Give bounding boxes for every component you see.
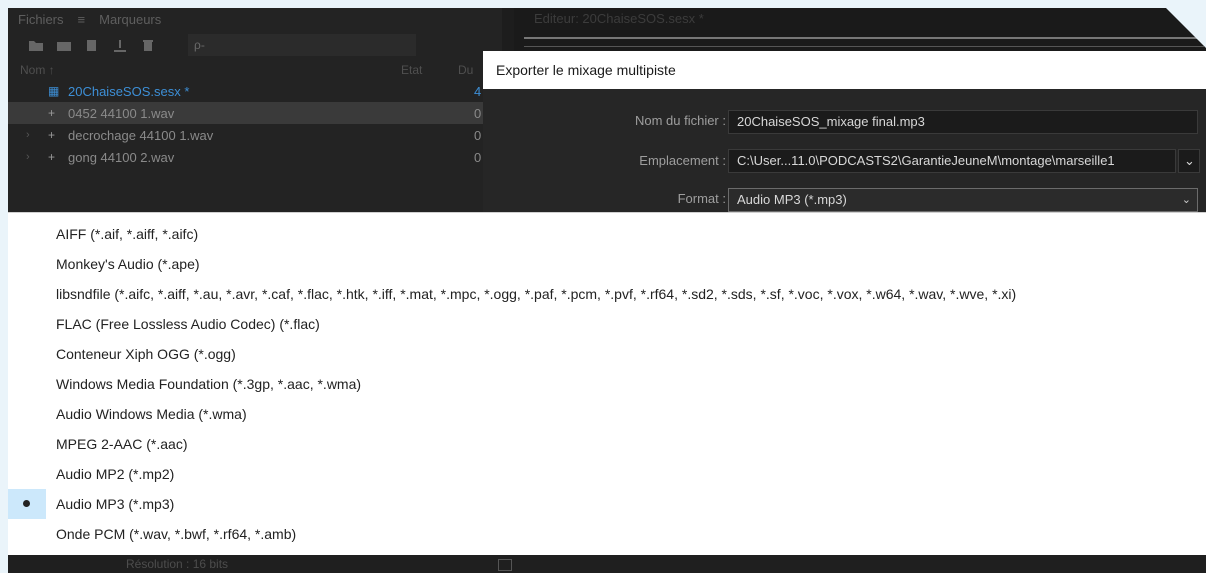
file-row[interactable]: › + decrochage 44100 1.wav 0	[8, 124, 502, 146]
file-row[interactable]: + 0452 44100 1.wav 0	[8, 102, 502, 124]
resolution-label: Résolution : 16 bits	[126, 557, 229, 571]
column-duration[interactable]: Du	[458, 63, 473, 77]
tab-markers[interactable]: Marqueurs	[99, 12, 161, 27]
format-option-label: Conteneur Xiph OGG (*.ogg)	[56, 346, 236, 362]
location-label: Emplacement :	[639, 153, 726, 168]
chevron-right-icon[interactable]: ›	[26, 151, 30, 163]
format-option[interactable]: Windows Media Foundation (*.3gp, *.aac, …	[8, 369, 1206, 399]
waveform-icon: +	[48, 106, 56, 120]
format-option[interactable]: Audio Windows Media (*.wma)	[8, 399, 1206, 429]
location-dropdown-button[interactable]: ⌄	[1178, 149, 1200, 173]
new-file-icon[interactable]	[84, 39, 100, 52]
format-option-label: Audio Windows Media (*.wma)	[56, 406, 247, 422]
chevron-down-icon: ⌄	[1184, 153, 1195, 168]
files-toolbar: ρ-	[8, 30, 502, 60]
files-panel: Fichiers ≡ Marqueurs ρ- Nom ↑ Etat Du ▦ …	[8, 8, 502, 218]
location-input[interactable]: C:\User...11.0\PODCASTS2\GarantieJeuneM\…	[728, 149, 1176, 173]
waveform-icon: +	[48, 128, 56, 142]
tab-files[interactable]: Fichiers	[18, 12, 64, 27]
format-option-label: Audio MP3 (*.mp3)	[56, 496, 175, 512]
format-option-label: AIFF (*.aif, *.aiff, *.aifc)	[56, 226, 199, 242]
file-row-session[interactable]: ▦ 20ChaiseSOS.sesx * 4	[8, 80, 502, 102]
file-name: 0452 44100 1.wav	[68, 105, 175, 121]
trash-icon[interactable]	[140, 39, 156, 52]
format-dropdown-list: AIFF (*.aif, *.aiff, *.aifc) Monkey's Au…	[8, 212, 1206, 555]
format-option[interactable]: MPEG 2-AAC (*.aac)	[8, 429, 1206, 459]
file-name: decrochage 44100 1.wav	[68, 127, 214, 143]
export-dialog: Exporter le mixage multipiste Nom du fic…	[483, 51, 1206, 213]
format-option[interactable]: Conteneur Xiph OGG (*.ogg)	[8, 339, 1206, 369]
import-icon[interactable]	[56, 39, 72, 52]
format-option[interactable]: Audio MP2 (*.mp2)	[8, 459, 1206, 489]
panel-tabs: Fichiers ≡ Marqueurs	[8, 8, 502, 30]
filename-input[interactable]: 20ChaiseSOS_mixage final.mp3	[728, 110, 1198, 134]
timeline-ruler[interactable]	[524, 37, 1204, 47]
chevron-down-icon: ⌄	[1181, 194, 1191, 206]
file-state: 0	[474, 149, 482, 165]
column-state[interactable]: Etat	[401, 63, 422, 77]
insert-icon[interactable]	[112, 39, 128, 52]
format-option-label: Windows Media Foundation (*.3gp, *.aac, …	[56, 376, 362, 392]
file-state: 0	[474, 105, 482, 121]
tab-menu-icon[interactable]: ≡	[78, 12, 86, 27]
file-state: 4	[474, 83, 482, 99]
bottom-panel: Résolution : 16 bits	[8, 555, 1206, 573]
chevron-right-icon[interactable]: ›	[26, 129, 30, 141]
files-column-header: Nom ↑ Etat Du	[8, 60, 502, 80]
format-option[interactable]: AIFF (*.aif, *.aiff, *.aifc)	[8, 219, 1206, 249]
format-select[interactable]: Audio MP3 (*.mp3) ⌄	[728, 188, 1198, 212]
session-icon: ▦	[48, 84, 60, 98]
format-option-label: Audio MP2 (*.mp2)	[56, 466, 175, 482]
format-option[interactable]: Monkey's Audio (*.ape)	[8, 249, 1206, 279]
waveform-icon: +	[48, 150, 56, 164]
file-row[interactable]: › + gong 44100 2.wav 0	[8, 146, 502, 168]
editor-panel: Editeur: 20ChaiseSOS.sesx *	[514, 8, 1206, 52]
corner-decoration	[1166, 8, 1206, 48]
format-label: Format :	[677, 191, 726, 206]
selection-indicator	[8, 489, 46, 519]
column-name[interactable]: Nom ↑	[20, 63, 55, 77]
bullet-icon	[23, 500, 30, 507]
dialog-title: Exporter le mixage multipiste	[483, 51, 1206, 89]
format-option[interactable]: Onde PCM (*.wav, *.bwf, *.rf64, *.amb)	[8, 519, 1206, 549]
open-folder-icon[interactable]	[28, 39, 44, 52]
filename-label: Nom du fichier :	[634, 113, 726, 128]
files-search-input[interactable]: ρ-	[188, 34, 416, 56]
format-option[interactable]: FLAC (Free Lossless Audio Codec) (*.flac…	[8, 309, 1206, 339]
format-option-selected[interactable]: Audio MP3 (*.mp3)	[8, 489, 1206, 519]
file-state: 0	[474, 127, 482, 143]
format-option-label: MPEG 2-AAC (*.aac)	[56, 436, 188, 452]
format-option-label: Monkey's Audio (*.ape)	[56, 256, 200, 272]
format-selected-value: Audio MP3 (*.mp3)	[737, 192, 847, 207]
format-option-label: Onde PCM (*.wav, *.bwf, *.rf64, *.amb)	[56, 526, 297, 542]
format-option-label: libsndfile (*.aifc, *.aiff, *.au, *.avr,…	[56, 286, 1017, 302]
file-name: gong 44100 2.wav	[68, 149, 175, 165]
format-option-label: FLAC (Free Lossless Audio Codec) (*.flac…	[56, 316, 320, 332]
file-name: 20ChaiseSOS.sesx *	[68, 83, 190, 99]
checkbox[interactable]	[498, 559, 512, 571]
editor-title[interactable]: Editeur: 20ChaiseSOS.sesx *	[534, 11, 704, 26]
format-option[interactable]: libsndfile (*.aifc, *.aiff, *.au, *.avr,…	[8, 279, 1206, 309]
